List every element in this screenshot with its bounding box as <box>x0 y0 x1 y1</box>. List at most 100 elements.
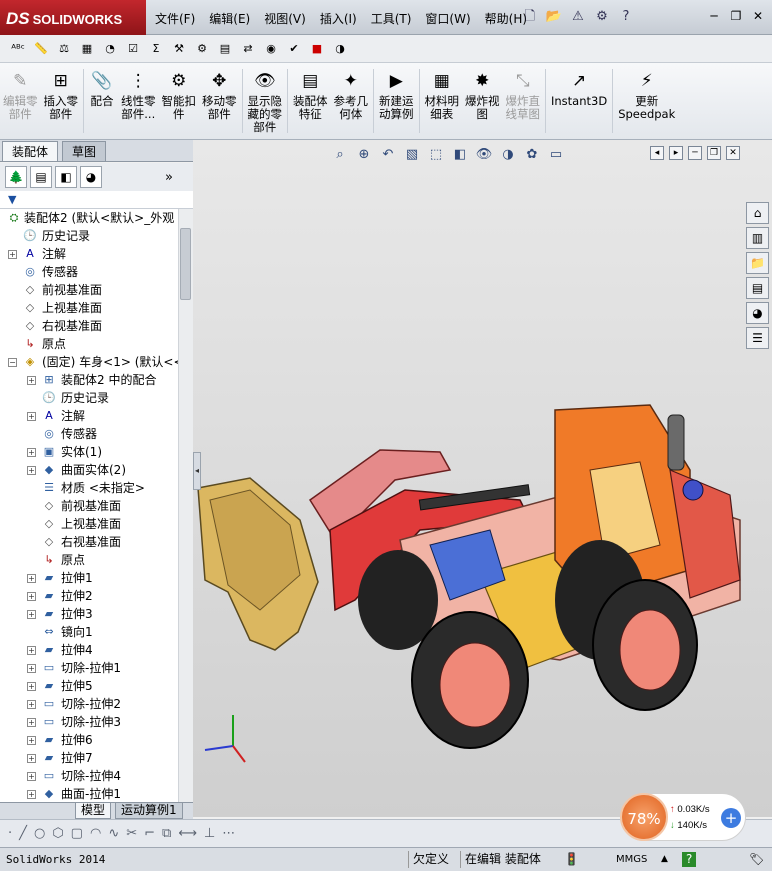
tree-node[interactable]: 🕒 历史记录 <box>0 227 178 245</box>
compare-icon[interactable]: ⇄ <box>238 39 258 59</box>
hide-show-icon[interactable]: 👁 <box>474 146 494 164</box>
appearances-icon[interactable]: ◕ <box>746 302 769 324</box>
ribbon-button-1[interactable]: ⊞ 插入零 部件 <box>41 69 82 139</box>
tree-node[interactable]: ◇ 上视基准面 <box>0 515 178 533</box>
tree-node[interactable]: ↳ 原点 <box>0 551 178 569</box>
hole-alignment-icon[interactable]: ⚙ <box>192 39 212 59</box>
collapse-icon[interactable]: − <box>8 358 17 367</box>
expand-panel-icon[interactable]: » <box>165 170 173 185</box>
menu-item-2[interactable]: 视图(V) <box>257 10 313 27</box>
graphics-area[interactable] <box>193 140 772 817</box>
viewport-close-icon[interactable]: ✕ <box>726 146 740 160</box>
ribbon-button-7[interactable]: ▤ 装配体 特征 <box>290 69 331 139</box>
section-view-icon[interactable]: ▧ <box>402 146 422 164</box>
tab-assembly[interactable]: 装配体 <box>2 141 59 161</box>
menu-item-5[interactable]: 窗口(W) <box>418 10 477 27</box>
ribbon-button-2[interactable]: 📎 配合 <box>86 69 118 139</box>
expand-icon[interactable]: + <box>27 664 36 673</box>
offset-icon[interactable]: ⌐ <box>144 826 155 841</box>
performance-icon[interactable]: ◔ <box>100 39 120 59</box>
ribbon-button-12[interactable]: ⤡ 爆炸直 线草图 <box>503 69 544 139</box>
ribbon-button-0[interactable]: ✎ 编辑零 部件 <box>0 69 41 139</box>
ribbon-button-5[interactable]: ✥ 移动零 部件 <box>199 69 240 139</box>
feature-tree-icon[interactable]: 🌲 <box>5 166 27 188</box>
relations-icon[interactable]: ⊥ <box>204 826 215 841</box>
check-icon[interactable]: ☑ <box>123 39 143 59</box>
tree-node[interactable]: + ◆ 曲面实体(2) <box>0 461 178 479</box>
expand-icon[interactable]: + <box>27 736 36 745</box>
expand-icon[interactable]: + <box>8 250 17 259</box>
expand-icon[interactable]: + <box>27 448 36 457</box>
expand-icon[interactable]: + <box>27 772 36 781</box>
expand-icon[interactable]: + <box>27 376 36 385</box>
expand-icon[interactable]: + <box>27 754 36 763</box>
tab-model[interactable]: 模型 <box>75 803 112 819</box>
network-percent[interactable]: 78% <box>620 793 668 841</box>
minimize-icon[interactable]: ─ <box>704 7 724 25</box>
help-icon[interactable]: ? <box>616 6 636 28</box>
tree-node[interactable]: ◎ 传感器 <box>0 425 178 443</box>
line-icon[interactable]: ╱ <box>19 826 27 841</box>
close-icon[interactable]: ✕ <box>748 7 768 25</box>
edit-appearance-icon[interactable]: ◑ <box>498 146 518 164</box>
tree-node[interactable]: + ▰ 拉伸1 <box>0 569 178 587</box>
help-icon[interactable]: ? <box>682 852 697 867</box>
tree-node[interactable]: + ▭ 切除-拉伸2 <box>0 695 178 713</box>
home-icon[interactable]: ⌂ <box>746 202 769 224</box>
expand-icon[interactable]: + <box>27 682 36 691</box>
tree-node[interactable]: + A 注解 <box>0 407 178 425</box>
tree-node[interactable]: ⛭ 装配体2 (默认<默认>_外观 <box>0 209 178 227</box>
view-orientation-icon[interactable]: ⬚ <box>426 146 446 164</box>
tree-node[interactable]: + ▰ 拉伸4 <box>0 641 178 659</box>
menu-item-4[interactable]: 工具(T) <box>364 10 419 27</box>
display-style-icon[interactable]: ◧ <box>450 146 470 164</box>
ribbon-button-13[interactable]: ↗ Instant3D <box>548 69 610 139</box>
color-square-icon[interactable]: ■ <box>307 39 327 59</box>
menu-item-1[interactable]: 编辑(E) <box>202 10 257 27</box>
tree-node[interactable]: + ▭ 切除-拉伸3 <box>0 713 178 731</box>
ribbon-button-8[interactable]: ✦ 参考几 何体 <box>331 69 372 139</box>
new-document-icon[interactable]: 🗋 <box>520 6 540 28</box>
tree-node[interactable]: + ▰ 拉伸6 <box>0 731 178 749</box>
tag-icon[interactable]: 🏷 <box>745 851 768 868</box>
restore-icon[interactable]: ❐ <box>726 7 746 25</box>
tree-node[interactable]: + ◆ 曲面-拉伸1 <box>0 785 178 802</box>
property-manager-icon[interactable]: ▤ <box>30 166 52 188</box>
measure-icon[interactable]: 📏 <box>31 39 51 59</box>
open-folder-icon[interactable]: 📂 <box>544 6 564 28</box>
spline-icon[interactable]: ∿ <box>108 826 119 841</box>
tree-node[interactable]: ◇ 前视基准面 <box>0 281 178 299</box>
network-plus-icon[interactable]: + <box>721 808 741 828</box>
expand-icon[interactable]: + <box>27 592 36 601</box>
expand-icon[interactable]: + <box>27 610 36 619</box>
units-up-icon[interactable]: ▲ <box>657 851 672 868</box>
view-settings-icon[interactable]: ▭ <box>546 146 566 164</box>
sum-icon[interactable]: Σ <box>146 39 166 59</box>
expand-icon[interactable]: + <box>27 646 36 655</box>
tree-filter[interactable]: ▼ <box>0 191 193 209</box>
tree-node[interactable]: + A 注解 <box>0 245 178 263</box>
status-units[interactable]: MMGS <box>612 851 651 868</box>
section-properties-icon[interactable]: ▦ <box>77 39 97 59</box>
tree-node[interactable]: ◇ 上视基准面 <box>0 299 178 317</box>
ribbon-button-14[interactable]: ⚡ 更新 Speedpak <box>615 69 678 139</box>
view-palette-icon[interactable]: ▤ <box>746 277 769 299</box>
custom-properties-icon[interactable]: ☰ <box>746 327 769 349</box>
ribbon-button-6[interactable]: 👁 显示隐 藏的零 部件 <box>245 69 286 139</box>
tree-node[interactable]: + ▰ 拉伸2 <box>0 587 178 605</box>
rebuild-warning-icon[interactable]: ⚠ <box>568 6 588 28</box>
dimension-icon[interactable]: ⟷ <box>178 826 197 841</box>
mold-icon[interactable]: ◉ <box>261 39 281 59</box>
ribbon-button-4[interactable]: ⚙ 智能扣 件 <box>159 69 200 139</box>
tab-motion-study[interactable]: 运动算例1 <box>115 803 183 819</box>
tree-node[interactable]: ⇔ 镜向1 <box>0 623 178 641</box>
design-library-icon[interactable]: ▥ <box>746 227 769 249</box>
mass-properties-icon[interactable]: ⚖ <box>54 39 74 59</box>
expand-icon[interactable]: + <box>27 574 36 583</box>
menu-item-3[interactable]: 插入(I) <box>313 10 364 27</box>
spellcheck-icon[interactable]: ᴬᴮᶜ <box>8 39 28 59</box>
tree-node[interactable]: − ◈ (固定) 车身<1> (默认<< <box>0 353 178 371</box>
configuration-manager-icon[interactable]: ◧ <box>55 166 77 188</box>
tree-node[interactable]: + ▰ 拉伸5 <box>0 677 178 695</box>
viewport-minimize-icon[interactable]: ─ <box>688 146 702 160</box>
